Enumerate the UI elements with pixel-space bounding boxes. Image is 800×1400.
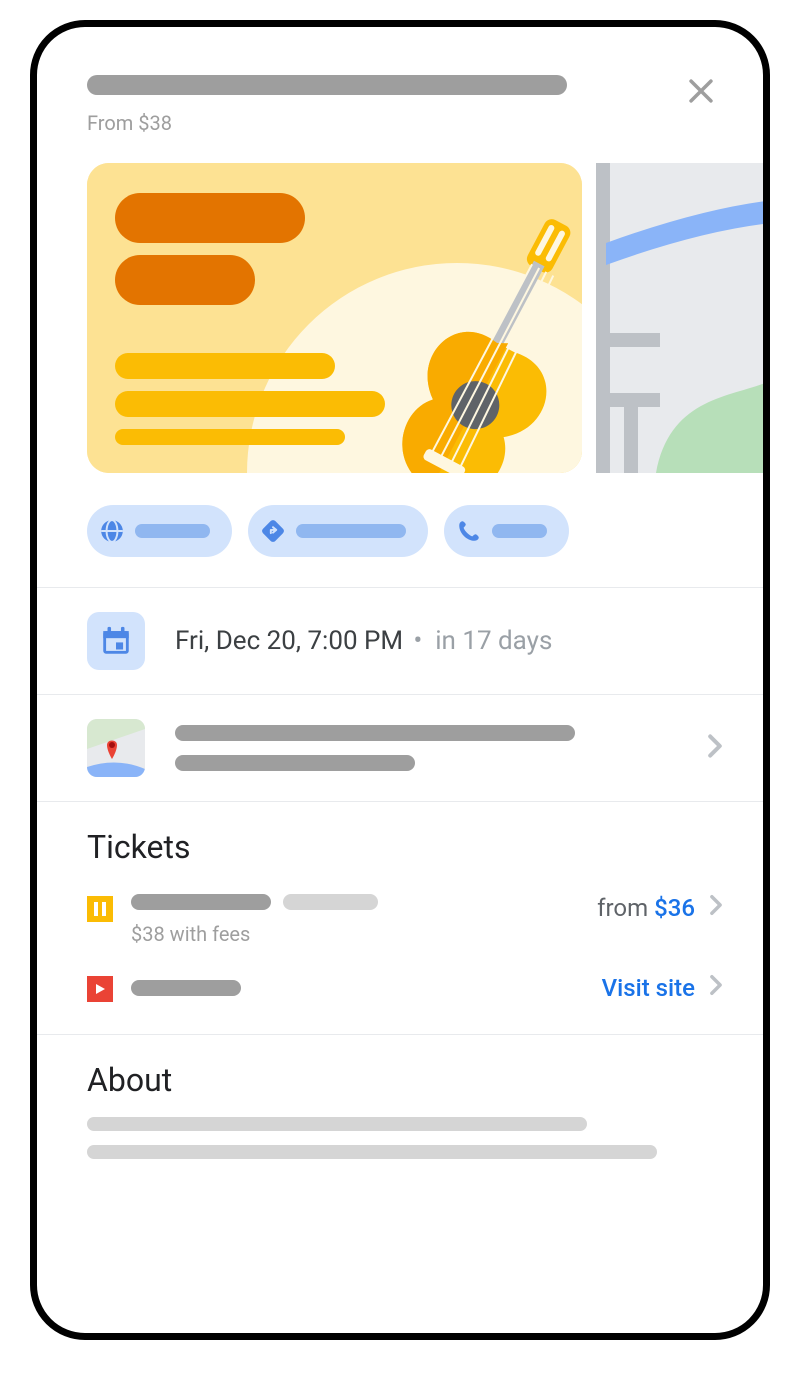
- vendor-1-price: from $36: [597, 894, 723, 922]
- price-from-label: From $38: [87, 111, 679, 135]
- datetime-text-group: Fri, Dec 20, 7:00 PM • in 17 days: [175, 626, 552, 656]
- datetime-text: Fri, Dec 20, 7:00 PM: [175, 626, 403, 656]
- directions-chip[interactable]: [248, 505, 428, 557]
- location-line1-placeholder: [175, 725, 575, 741]
- vendor-1-icon: [87, 896, 113, 922]
- tickets-heading: Tickets: [37, 802, 763, 880]
- chip-label-placeholder: [296, 524, 406, 538]
- ticket-vendor-2-info: [131, 980, 584, 996]
- price-from-label: from: [597, 894, 648, 922]
- close-icon: [684, 74, 718, 108]
- location-row[interactable]: [37, 695, 763, 801]
- event-title-placeholder: [87, 75, 567, 95]
- visit-site-label: Visit site: [602, 974, 695, 1002]
- globe-icon: [99, 518, 125, 544]
- call-chip[interactable]: [444, 505, 569, 557]
- phone-icon: [456, 518, 482, 544]
- vendor-1-name-placeholder: [131, 894, 579, 910]
- vendor-2-name-placeholder: [131, 980, 241, 996]
- calendar-icon-box: [87, 612, 145, 670]
- action-chips-row: [37, 473, 763, 587]
- website-chip[interactable]: [87, 505, 232, 557]
- about-heading: About: [37, 1035, 763, 1113]
- about-text-placeholder: [37, 1113, 763, 1203]
- ticket-vendor-1-info: $38 with fees: [131, 894, 579, 946]
- event-hero-image[interactable]: [87, 163, 582, 473]
- chevron-right-icon: [709, 894, 723, 922]
- header-left: From $38: [87, 67, 679, 135]
- location-map-thumb: [87, 719, 145, 777]
- content: From $38: [37, 27, 763, 1203]
- map-preview[interactable]: [596, 163, 763, 473]
- close-button[interactable]: [679, 69, 723, 113]
- visit-site-link[interactable]: Visit site: [602, 974, 723, 1002]
- chip-label-placeholder: [135, 524, 210, 538]
- price-value: $36: [654, 894, 695, 922]
- chip-label-placeholder: [492, 524, 547, 538]
- device-frame: From $38: [30, 20, 770, 1340]
- vendor-2-icon: [87, 976, 113, 1002]
- chevron-right-icon: [707, 733, 723, 763]
- ticket-vendor-2-row[interactable]: Visit site: [37, 960, 763, 1016]
- location-line2-placeholder: [175, 755, 415, 771]
- calendar-icon: [99, 624, 133, 658]
- datetime-separator: •: [407, 626, 435, 656]
- hero-row: [37, 135, 763, 473]
- header: From $38: [37, 67, 763, 135]
- datetime-relative: in 17 days: [435, 626, 552, 656]
- datetime-row: Fri, Dec 20, 7:00 PM • in 17 days: [37, 588, 763, 694]
- vendor-1-fees: $38 with fees: [131, 922, 579, 946]
- chevron-right-icon: [709, 974, 723, 1002]
- location-text: [175, 725, 677, 771]
- ticket-vendor-1-row[interactable]: $38 with fees from $36: [37, 880, 763, 960]
- directions-icon: [260, 518, 286, 544]
